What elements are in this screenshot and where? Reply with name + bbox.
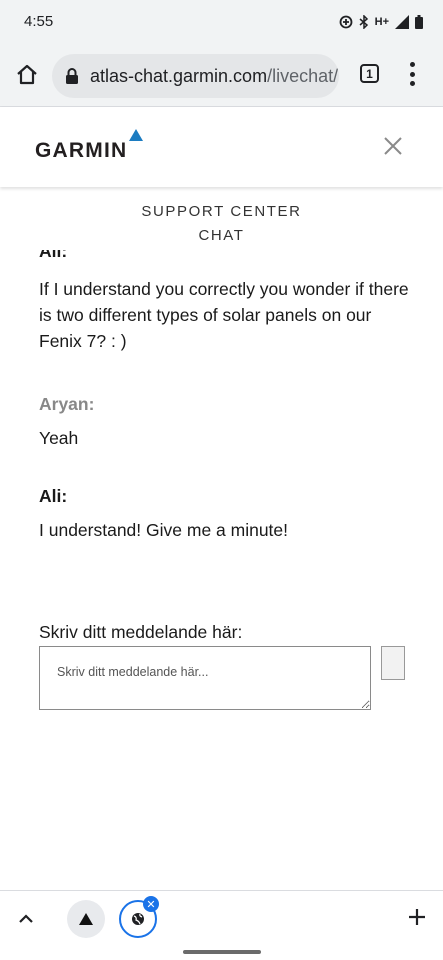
garmin-triangle-icon [79, 913, 93, 925]
chat-title-line1: SUPPORT CENTER [141, 203, 302, 220]
message-text: Yeah [39, 428, 79, 448]
close-icon[interactable] [382, 135, 404, 157]
home-button[interactable] [12, 60, 42, 90]
battery-icon [415, 15, 423, 29]
home-icon [17, 64, 37, 85]
more-vert-icon[interactable] [402, 62, 422, 86]
message-text: I understand! Give me a minute! [39, 520, 289, 540]
site-header: GARMIN [0, 107, 443, 187]
url-bar[interactable]: atlas-chat.garmin.com/livechat/ [52, 54, 339, 98]
globe-icon [132, 913, 144, 925]
signal-icon [395, 15, 409, 29]
url-path: /livechat/ [267, 66, 339, 86]
bottom-toolbar: ✕ [0, 890, 443, 945]
garmin-logo-text: GARMIN [35, 139, 128, 162]
data-saver-icon [339, 15, 353, 29]
network-type: H+ [374, 16, 389, 28]
message-input[interactable] [39, 646, 371, 710]
bluetooth-icon [359, 15, 368, 29]
chat-title: SUPPORT CENTER CHAT [0, 200, 443, 248]
url-text: atlas-chat.garmin.com/livechat/ [90, 66, 338, 87]
gesture-nav-pill[interactable] [183, 950, 261, 954]
message-input-label: Skriv ditt meddelande här: [39, 622, 243, 642]
chat-title-line2: CHAT [198, 227, 245, 244]
chat-message: Ali: If I understand you correctly you w… [39, 250, 409, 354]
chat-messages[interactable]: Ali: If I understand you correctly you w… [0, 250, 443, 585]
garmin-tab-icon[interactable] [67, 900, 105, 938]
message-sender: Ali: [39, 486, 68, 506]
chat-message: Aryan: Yeah [39, 391, 409, 451]
message-sender: Ali: [39, 250, 68, 261]
close-tab-icon[interactable]: ✕ [143, 896, 159, 912]
status-bar: 4:55 H+ [0, 0, 443, 46]
garmin-logo[interactable]: GARMIN [35, 129, 147, 169]
chevron-up-icon[interactable] [16, 909, 36, 929]
lock-icon [66, 68, 78, 84]
message-sender: Aryan: [39, 394, 95, 414]
tab-switcher-button[interactable]: 1 [360, 64, 379, 83]
chat-message: Ali: I understand! Give me a minute! [39, 483, 409, 543]
browser-toolbar: atlas-chat.garmin.com/livechat/ 1 [0, 46, 443, 107]
send-button[interactable] [381, 646, 405, 680]
status-time: 4:55 [24, 13, 54, 30]
url-domain: atlas-chat.garmin.com [90, 66, 268, 86]
garmin-logo-triangle [129, 129, 143, 141]
message-text: If I understand you correctly you wonder… [39, 279, 409, 351]
plus-icon[interactable] [406, 906, 428, 928]
status-icons: H+ [339, 12, 423, 32]
